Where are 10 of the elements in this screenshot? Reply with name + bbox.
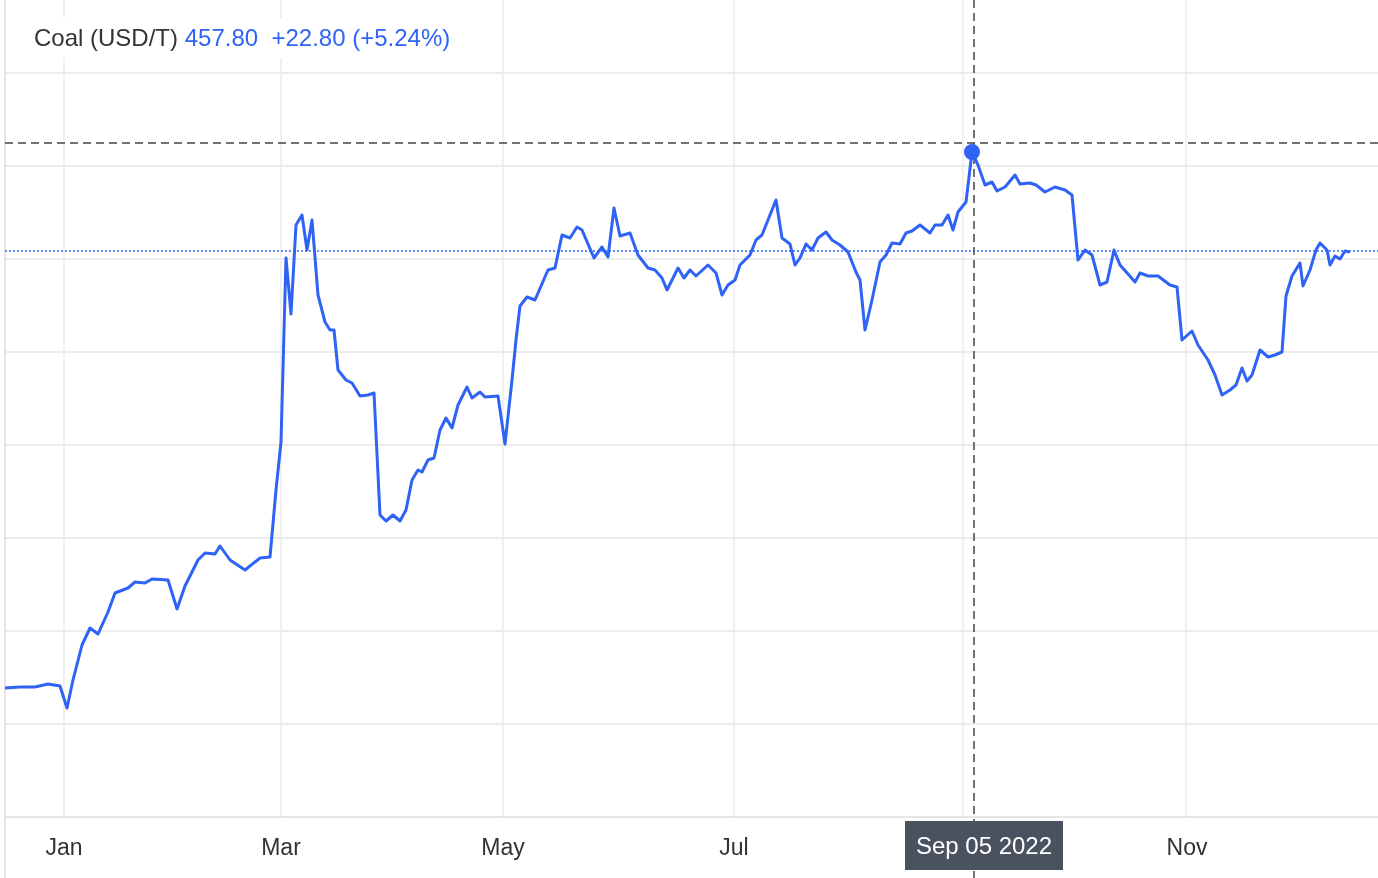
crosshair-point-marker [964,144,980,160]
month-label: Mar [261,834,301,860]
symbol-title: Coal (USD/T) [34,24,178,51]
month-label: Jul [719,834,749,860]
month-label: Nov [1166,834,1208,860]
month-label: Jan [45,834,83,860]
month-label: May [481,834,525,860]
price-value: 457.80 [184,24,259,51]
date-tooltip: Sep 05 2022 [905,821,1063,870]
price-change: +22.80 (+5.24%) [271,24,451,51]
